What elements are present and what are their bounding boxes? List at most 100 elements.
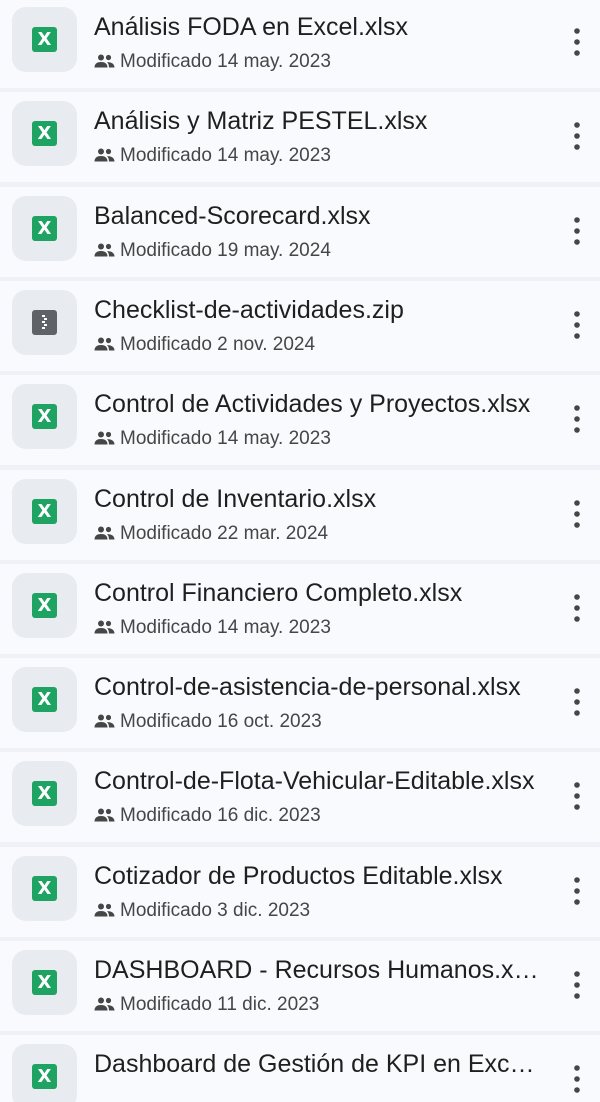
- shared-people-icon: [94, 997, 115, 1011]
- more-vert-icon: [574, 876, 580, 905]
- shared-people-icon: [94, 808, 115, 822]
- file-meta: Modificado 22 mar. 2024: [94, 522, 534, 546]
- file-name: Análisis y Matriz PESTEL.xlsx: [94, 107, 428, 136]
- shared-people-icon: [94, 714, 115, 728]
- file-meta: Modificado 16 dic. 2023: [94, 804, 534, 828]
- spreadsheet-icon: X: [32, 498, 57, 524]
- more-options-button[interactable]: [560, 869, 596, 913]
- more-options-button[interactable]: [560, 680, 596, 724]
- shared-people-icon: [94, 243, 115, 257]
- file-thumbnail: X: [12, 761, 77, 827]
- spreadsheet-icon: X: [32, 781, 57, 807]
- spreadsheet-icon: X: [32, 1064, 57, 1090]
- file-thumbnail: X: [12, 572, 77, 638]
- spreadsheet-icon: X: [32, 970, 57, 995]
- file-thumbnail: X: [12, 195, 77, 261]
- modified-date: Modificado 2 nov. 2024: [120, 333, 316, 355]
- file-meta: Modificado 16 oct. 2023: [94, 710, 534, 734]
- more-vert-icon: [574, 216, 580, 245]
- file-meta: Modificado 14 may. 2023: [94, 50, 534, 74]
- modified-date: Modificado 14 may. 2023: [120, 51, 331, 72]
- more-vert-icon: [574, 405, 580, 433]
- more-vert-icon: [574, 311, 580, 339]
- file-thumbnail: X: [12, 667, 77, 733]
- more-vert-icon: [574, 971, 580, 999]
- spreadsheet-icon: X: [32, 404, 57, 430]
- shared-people-icon: [94, 903, 115, 917]
- file-name: Balanced-Scorecard.xlsx: [94, 201, 371, 230]
- file-name: Análisis FODA en Excel.xlsx: [94, 13, 408, 41]
- file-name: Checklist-de-actividades.zip: [94, 295, 404, 324]
- file-meta: Modificado 14 may. 2023: [94, 427, 534, 451]
- file-meta: Modificado 14 may. 2023: [94, 144, 534, 168]
- more-options-button[interactable]: [560, 492, 596, 536]
- more-options-button[interactable]: [560, 774, 596, 818]
- zip-archive-icon: [32, 309, 57, 335]
- more-vert-icon: [574, 593, 580, 622]
- more-vert-icon: [574, 688, 580, 716]
- spreadsheet-icon: X: [32, 592, 57, 618]
- more-options-button[interactable]: [560, 963, 596, 1007]
- more-options-button[interactable]: [560, 114, 596, 158]
- file-thumbnail: [12, 289, 77, 355]
- file-meta: Modificado 2 nov. 2024: [94, 333, 534, 357]
- file-list-item[interactable]: X Control de Inventario.xlsx Modificado …: [0, 469, 600, 560]
- file-list-item[interactable]: X Control de Actividades y Proyectos.xls…: [0, 375, 600, 466]
- file-thumbnail: X: [12, 478, 77, 544]
- more-options-button[interactable]: [560, 209, 596, 253]
- file-list-item[interactable]: X Análisis y Matriz PESTEL.xlsx Modifica…: [0, 92, 600, 183]
- spreadsheet-icon: X: [32, 687, 57, 713]
- spreadsheet-icon: X: [32, 215, 57, 241]
- file-list-item[interactable]: X Control-de-Flota-Vehicular-Editable.xl…: [0, 752, 600, 843]
- modified-date: Modificado 14 may. 2023: [120, 145, 331, 167]
- file-thumbnail: X: [12, 101, 77, 167]
- file-list-item[interactable]: X Análisis FODA en Excel.xlsx Modificado…: [0, 0, 600, 88]
- modified-date: Modificado 11 dic. 2023: [120, 994, 320, 1015]
- more-vert-icon: [574, 122, 580, 151]
- file-name: Control Financiero Completo.xlsx: [94, 578, 463, 607]
- file-thumbnail: X: [12, 1044, 77, 1102]
- file-thumbnail: X: [12, 384, 77, 450]
- more-vert-icon: [574, 782, 580, 811]
- shared-people-icon: [94, 431, 115, 445]
- spreadsheet-icon: X: [32, 27, 57, 52]
- file-meta: Modificado 14 may. 2023: [94, 616, 534, 640]
- file-list-item[interactable]: X Control-de-asistencia-de-personal.xlsx…: [0, 658, 600, 749]
- modified-date: Modificado 19 may. 2024: [120, 239, 331, 261]
- spreadsheet-icon: X: [32, 121, 57, 147]
- more-vert-icon: [574, 28, 580, 56]
- more-options-button[interactable]: [560, 397, 596, 441]
- modified-date: Modificado 3 dic. 2023: [120, 899, 311, 921]
- file-list-item[interactable]: X Balanced-Scorecard.xlsx Modificado 19 …: [0, 186, 600, 277]
- file-list: X Análisis FODA en Excel.xlsx Modificado…: [0, 0, 600, 1102]
- more-options-button[interactable]: [560, 303, 596, 347]
- file-name: DASHBOARD - Recursos Humanos.xlsx: [94, 956, 540, 984]
- shared-people-icon: [94, 54, 115, 68]
- modified-date: Modificado 14 may. 2023: [120, 616, 331, 638]
- more-vert-icon: [574, 499, 580, 528]
- file-name: Control-de-asistencia-de-personal.xlsx: [94, 673, 521, 702]
- file-list-item[interactable]: X Control Financiero Completo.xlsx Modif…: [0, 563, 600, 654]
- more-vert-icon: [574, 1065, 580, 1094]
- file-list-item[interactable]: X Dashboard de Gestión de KPI en Excel.x…: [0, 1035, 600, 1102]
- shared-people-icon: [94, 526, 115, 539]
- file-name: Control de Actividades y Proyectos.xlsx: [94, 390, 531, 419]
- modified-date: Modificado 16 oct. 2023: [120, 711, 322, 733]
- modified-date: Modificado 16 dic. 2023: [120, 805, 321, 827]
- file-list-item[interactable]: X DASHBOARD - Recursos Humanos.xlsx Modi…: [0, 941, 600, 1031]
- shared-people-icon: [94, 148, 115, 162]
- more-options-button[interactable]: [560, 20, 596, 64]
- file-name: Cotizador de Productos Editable.xlsx: [94, 861, 503, 890]
- spreadsheet-icon: X: [32, 875, 57, 901]
- file-list-item[interactable]: X Cotizador de Productos Editable.xlsx M…: [0, 846, 600, 937]
- zip-teeth: [42, 314, 47, 330]
- file-name: Control-de-Flota-Vehicular-Editable.xlsx: [94, 767, 535, 796]
- modified-date: Modificado 14 may. 2023: [120, 428, 331, 450]
- more-options-button[interactable]: [560, 586, 596, 630]
- more-options-button[interactable]: [560, 1057, 596, 1101]
- shared-people-icon: [94, 620, 115, 634]
- file-list-item[interactable]: Checklist-de-actividades.zip Modificado …: [0, 280, 600, 371]
- file-name: Control de Inventario.xlsx: [94, 484, 377, 513]
- modified-date: Modificado 22 mar. 2024: [120, 522, 329, 544]
- file-meta: Modificado 11 dic. 2023: [94, 993, 534, 1017]
